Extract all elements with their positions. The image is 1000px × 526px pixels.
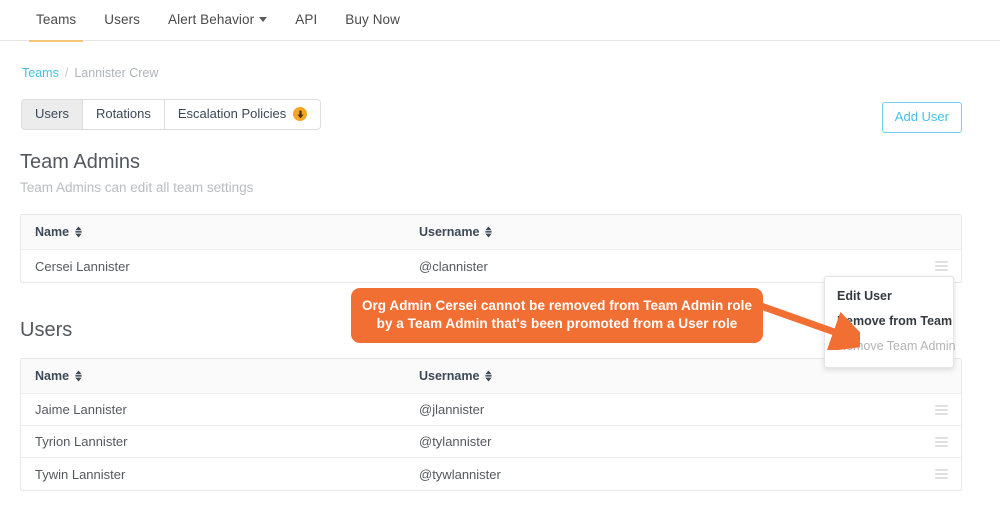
cell-actions [919,402,949,418]
breadcrumb-separator: / [64,66,69,80]
tab-rotations[interactable]: Rotations [82,100,165,129]
breadcrumb-link-teams[interactable]: Teams [22,66,59,81]
tab-label: Escalation Policies [177,106,287,121]
nav-item-label: Teams [36,12,77,27]
users-table: Name Username Jaime Lannister @jlannister Ty… [20,358,962,491]
annotation-callout-line-2: by a Team Admin that's been promoted fro… [376,316,738,331]
cell-username: @tywlannister [419,466,501,482]
dropdown-item-remove-team-admin: Remove Team Admin [837,339,956,353]
top-navigation-bar: Teams Users Alert Behavior API Buy Now [0,0,1000,42]
row-menu-icon[interactable] [934,434,949,450]
cell-name: Tyrion Lannister [35,434,128,449]
tab-escalation-policies[interactable]: Escalation Policies [164,100,321,129]
menu-line [935,477,948,479]
column-header-label: Name [35,225,70,239]
row-menu-icon[interactable] [934,258,949,274]
menu-line [935,440,948,443]
column-header-username[interactable]: Username [419,225,919,239]
nav-item-buy-now[interactable]: Buy Now [331,0,414,41]
tab-users[interactable]: Users [22,100,83,129]
row-menu-icon[interactable] [934,466,949,482]
annotation-callout-line-1: Org Admin Cersei cannot be removed from … [361,298,753,313]
nav-item-label: API [295,12,318,27]
cell-name: Jaime Lannister [35,402,127,417]
menu-line [935,269,948,271]
team-admins-subtitle: Team Admins can edit all team settings [20,180,254,195]
nav-item-label: Alert Behavior [168,12,255,27]
menu-line [935,408,948,411]
add-user-button[interactable]: Add User [881,102,962,133]
tab-label: Users [35,106,69,121]
table-row: Cersei Lannister @clannister [21,250,961,282]
column-header-name[interactable]: Name [35,225,419,239]
table-header-row: Name Username [21,215,961,250]
annotation-callout: Org Admin Cersei cannot be removed from … [351,288,763,343]
cell-actions [919,258,949,274]
row-actions-dropdown: Edit User Remove from Team Remove Team Adm… [824,276,956,368]
table-header-row: Name Username [21,359,961,394]
nav-item-label: Users [104,12,141,27]
cell-name: Cersei Lannister [35,258,130,274]
breadcrumb: Teams / Lannister Crew [22,66,158,81]
tab-label: Rotations [95,106,151,121]
column-header-label: Username [419,225,480,239]
sort-icon[interactable] [74,226,83,238]
team-admins-table: Name Username Cersei Lannister @clannister [20,214,962,283]
table-row: Tywin Lannister @tywlannister [21,458,961,490]
cell-actions [919,434,949,450]
cell-username: @tylannister [419,434,492,449]
nav-item-users[interactable]: Users [90,0,154,41]
cell-username: @jlannister [419,402,485,417]
cell-name: Tywin Lannister [35,466,126,482]
nav-item-api[interactable]: API [281,0,331,41]
sort-icon[interactable] [74,370,83,382]
menu-line [935,436,948,439]
menu-line [935,261,948,263]
table-row: Jaime Lannister @jlannister [21,394,961,426]
menu-line [935,473,948,475]
dropdown-item-remove-from-team[interactable]: Remove from Team [825,309,953,334]
team-admins-title: Team Admins [20,151,141,173]
top-navigation-items: Teams Users Alert Behavior API Buy Now [22,0,414,42]
row-menu-icon[interactable] [934,402,949,418]
table-row: Tyrion Lannister @tylannister [21,426,961,458]
column-header-name[interactable]: Name [35,369,419,383]
cell-username: @clannister [419,258,488,274]
breadcrumb-current: Lannister Crew [74,66,159,80]
team-section-tabs: Users Rotations Escalation Policies [22,100,321,129]
menu-line [935,469,948,471]
sort-icon[interactable] [484,370,493,382]
menu-line [935,404,948,407]
column-header-username[interactable]: Username [419,369,919,383]
menu-line [935,412,948,415]
menu-line [935,265,948,267]
dropdown-item-edit-user[interactable]: Edit User [825,284,953,309]
menu-line [935,444,948,447]
nav-item-label: Buy Now [345,12,401,27]
arrow-down-badge-icon [293,107,308,121]
column-header-label: Username [419,369,480,383]
users-title: Users [20,319,73,341]
sort-icon[interactable] [484,226,493,238]
column-header-label: Name [35,369,70,383]
chevron-down-icon [259,17,268,22]
cell-actions [919,466,949,482]
nav-item-teams[interactable]: Teams [22,0,90,42]
nav-item-alert-behavior[interactable]: Alert Behavior [154,0,281,41]
